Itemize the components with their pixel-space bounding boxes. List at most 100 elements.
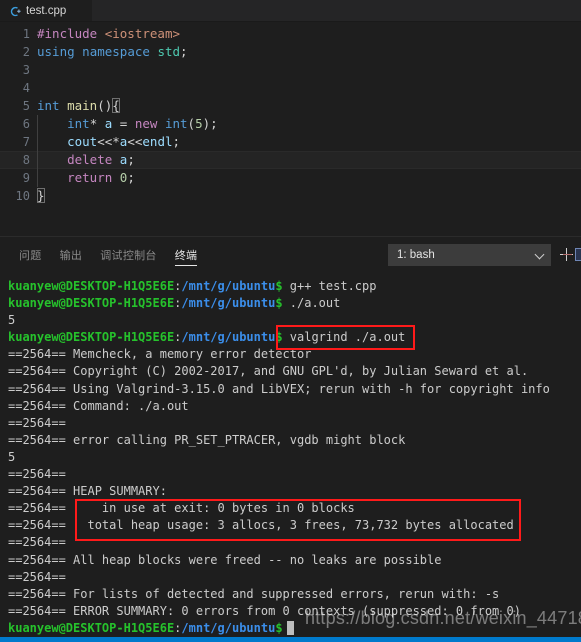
terminal-output-line: 5 bbox=[8, 449, 581, 466]
code-token: namespace bbox=[82, 44, 150, 59]
terminal-dollar: $ bbox=[275, 296, 283, 311]
terminal-user-host: kuanyew@DESKTOP-H1Q5E6E bbox=[8, 620, 175, 635]
status-bar bbox=[0, 637, 581, 642]
code-line: 1 #include <iostream> bbox=[0, 25, 581, 43]
code-token: main bbox=[67, 98, 98, 113]
code-token: * bbox=[89, 116, 105, 131]
terminal-text: ==2564== bbox=[8, 415, 74, 430]
panel-tab-list: 问题 输出 调试控制台 终端 bbox=[10, 237, 206, 272]
terminal-output-line: ==2564== Command: ./a.out bbox=[8, 398, 581, 415]
terminal-text: ==2564== Using Valgrind-3.15.0 and LibVE… bbox=[8, 381, 550, 396]
split-terminal-icon-partial[interactable] bbox=[575, 248, 581, 261]
terminal-output[interactable]: kuanyew@DESKTOP-H1Q5E6E:/mnt/g/ubuntu$ g… bbox=[0, 272, 581, 637]
terminal-text: ==2564== total heap usage: 3 allocs, 3 f… bbox=[8, 518, 514, 533]
terminal-text: ==2564== Copyright (C) 2002-2017, and GN… bbox=[8, 364, 529, 379]
terminal-output-line: ==2564== bbox=[8, 415, 581, 432]
terminal-command: g++ test.cpp bbox=[282, 279, 377, 293]
code-line: 3 bbox=[0, 61, 581, 79]
terminal-dollar: $ bbox=[275, 330, 283, 345]
terminal-output-line: ==2564== For lists of detected and suppr… bbox=[8, 586, 581, 603]
terminal-text: ==2564== Command: ./a.out bbox=[8, 398, 189, 413]
bottom-panel: 问题 输出 调试控制台 终端 1: bash kuanyew@DESKTOP-H1Q5… bbox=[0, 236, 581, 637]
terminal-text: ==2564== bbox=[8, 535, 74, 550]
terminal-prompt-line: kuanyew@DESKTOP-H1Q5E6E:/mnt/g/ubuntu$ g… bbox=[8, 278, 581, 295]
tab-debug-console[interactable]: 调试控制台 bbox=[91, 237, 166, 272]
terminal-path: /mnt/g/ubuntu bbox=[181, 279, 276, 293]
code-line: 5 int main(){ bbox=[0, 97, 581, 115]
terminal-output-line: ==2564== bbox=[8, 466, 581, 483]
editor-tab-test-cpp[interactable]: test.cpp bbox=[0, 0, 92, 21]
terminal-text: ==2564== All heap blocks were freed -- n… bbox=[8, 552, 442, 567]
code-token: ; bbox=[180, 44, 188, 59]
terminal-prompt-line: kuanyew@DESKTOP-H1Q5E6E:/mnt/g/ubuntu$ v… bbox=[8, 329, 581, 346]
code-token: std bbox=[157, 44, 181, 59]
panel-actions: 1: bash bbox=[388, 237, 581, 272]
terminal-text: ==2564== error calling PR_SET_PTRACER, v… bbox=[8, 432, 406, 447]
code-token: << bbox=[127, 134, 143, 149]
code-line: 2 using namespace std; bbox=[0, 43, 581, 61]
terminal-command: valgrind ./a.out bbox=[282, 330, 406, 345]
code-line: 8 delete a; bbox=[0, 151, 581, 169]
code-token: new bbox=[134, 116, 158, 131]
code-text: } bbox=[37, 187, 581, 205]
code-token: = bbox=[112, 116, 135, 131]
line-number: 7 bbox=[22, 135, 30, 149]
terminal-output-line: ==2564== in use at exit: 0 bytes in 0 bl… bbox=[8, 500, 581, 517]
tab-problems[interactable]: 问题 bbox=[10, 237, 51, 272]
terminal-output-line: ==2564== Memcheck, a memory error detect… bbox=[8, 346, 581, 363]
code-editor[interactable]: 1 #include <iostream> 2 using namespace std… bbox=[0, 22, 581, 235]
code-line: 4 bbox=[0, 79, 581, 97]
terminal-command: ./a.out bbox=[282, 296, 341, 311]
line-number: 10 bbox=[15, 189, 30, 203]
line-number: 3 bbox=[22, 63, 30, 77]
editor-tab-label: test.cpp bbox=[26, 5, 67, 17]
code-token: } bbox=[37, 188, 45, 203]
terminal-user-host: kuanyew@DESKTOP-H1Q5E6E bbox=[8, 279, 175, 293]
line-number: 4 bbox=[22, 81, 30, 95]
indent-guide bbox=[37, 133, 38, 151]
terminal-output-line: ==2564== bbox=[8, 569, 581, 586]
terminal-path: /mnt/g/ubuntu bbox=[181, 296, 276, 311]
code-text: #include <iostream> bbox=[37, 25, 581, 43]
code-token: using bbox=[37, 44, 75, 59]
indent-guide bbox=[37, 169, 38, 187]
terminal-selector-dropdown[interactable]: 1: bash bbox=[388, 243, 551, 266]
kill-terminal-icon-partial[interactable] bbox=[563, 254, 572, 255]
editor-tab-bar-empty bbox=[92, 0, 581, 21]
panel-header: 问题 输出 调试控制台 终端 1: bash bbox=[0, 237, 581, 272]
line-number: 6 bbox=[22, 117, 30, 131]
indent-guide bbox=[37, 151, 38, 169]
terminal-dollar: $ bbox=[275, 620, 283, 635]
indent-guide bbox=[37, 115, 38, 133]
terminal-text: ==2564== bbox=[8, 569, 74, 584]
terminal-text: 5 bbox=[8, 313, 16, 328]
code-text: int* a = new int(5); bbox=[37, 115, 581, 133]
code-token: return bbox=[67, 170, 113, 185]
code-text: delete a; bbox=[37, 151, 581, 169]
terminal-text: ==2564== For lists of detected and suppr… bbox=[8, 586, 500, 601]
terminal-output-line: ==2564== Using Valgrind-3.15.0 and LibVE… bbox=[8, 381, 581, 398]
code-token: int bbox=[37, 98, 60, 113]
terminal-text: 5 bbox=[8, 449, 16, 464]
tab-terminal[interactable]: 终端 bbox=[166, 237, 207, 272]
code-token: 5 bbox=[195, 116, 203, 131]
line-number: 2 bbox=[22, 45, 30, 59]
code-line: 6 int* a = new int(5); bbox=[0, 115, 581, 133]
code-text: int main(){ bbox=[37, 97, 581, 115]
code-token: <iostream> bbox=[104, 26, 180, 41]
terminal-output-line: 5 bbox=[8, 312, 581, 329]
terminal-user-host: kuanyew@DESKTOP-H1Q5E6E bbox=[8, 330, 175, 345]
code-line: 9 return 0; bbox=[0, 169, 581, 187]
code-token: delete bbox=[67, 152, 113, 167]
code-token: ( bbox=[187, 116, 196, 131]
code-token: ; bbox=[127, 152, 135, 167]
tab-output[interactable]: 输出 bbox=[51, 237, 92, 272]
code-token: cout bbox=[67, 134, 98, 149]
